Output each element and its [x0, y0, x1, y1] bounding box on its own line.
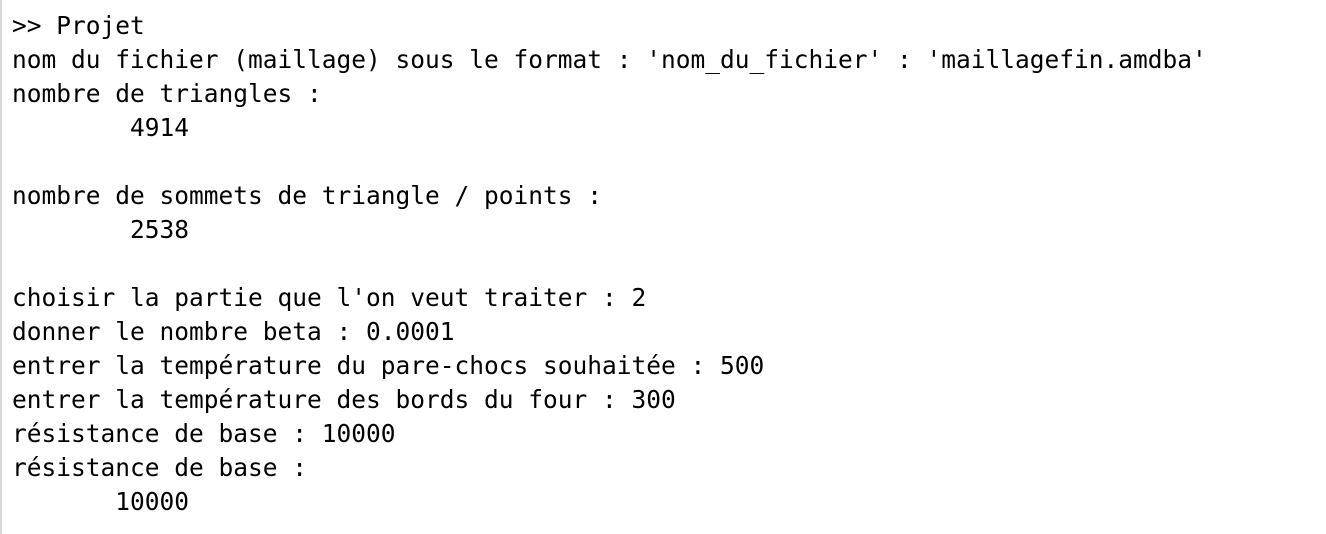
output-line-triangles-value: 4914 [12, 113, 190, 142]
output-line-filename: nom du fichier (maillage) sous le format… [12, 45, 1207, 74]
output-line-points-value: 2538 [12, 215, 190, 244]
output-line-resistance-label: résistance de base : [12, 453, 308, 482]
prompt-line: >> Projet [12, 11, 145, 40]
output-line-resistance: résistance de base : 10000 [12, 419, 396, 448]
command-window-output[interactable]: >> Projet nom du fichier (maillage) sous… [0, 0, 1326, 534]
output-line-resistance-value: 10000 [12, 487, 190, 516]
output-line-bumper-temperature: entrer la température du pare-chocs souh… [12, 351, 765, 380]
output-line-beta: donner le nombre beta : 0.0001 [12, 317, 455, 346]
output-line-oven-temperature: entrer la température des bords du four … [12, 385, 676, 414]
output-line-triangles-label: nombre de triangles : [12, 79, 322, 108]
output-line-partie: choisir la partie que l'on veut traiter … [12, 283, 647, 312]
output-line-points-label: nombre de sommets de triangle / points : [12, 181, 603, 210]
